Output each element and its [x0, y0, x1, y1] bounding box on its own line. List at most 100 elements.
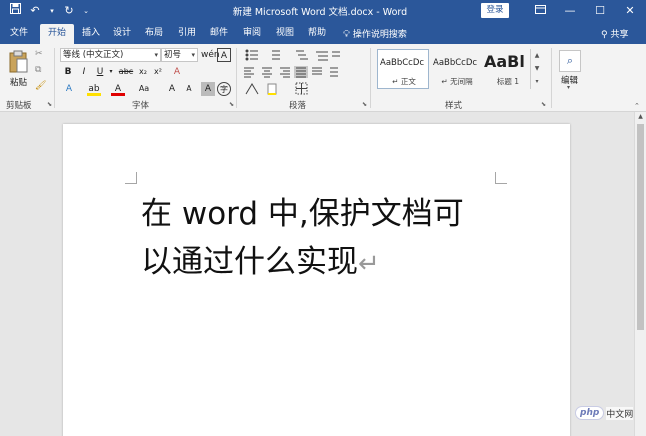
- chevron-down-icon[interactable]: ▾: [104, 65, 118, 79]
- chevron-down-icon: ▾: [154, 51, 158, 59]
- styles-launcher-icon[interactable]: ⬊: [541, 101, 546, 108]
- document-body[interactable]: 在 word 中,保护文档可 以通过什么实现↵: [141, 190, 521, 288]
- shrink-font-button[interactable]: A: [182, 82, 196, 96]
- document-area: 在 word 中,保护文档可 以通过什么实现↵: [0, 112, 634, 436]
- watermark-text: 中文网: [606, 406, 634, 420]
- tab-layout[interactable]: 布局: [141, 26, 167, 44]
- window-title: 新建 Microsoft Word 文档.docx - Word: [232, 7, 408, 18]
- change-case-button[interactable]: Aa: [137, 82, 151, 96]
- shading-borders-row[interactable]: [244, 82, 332, 96]
- style-heading-1[interactable]: AaBl 标题 1: [481, 49, 533, 89]
- style-name: ↵ 正文: [392, 77, 416, 86]
- minimize-icon[interactable]: —: [555, 0, 585, 22]
- login-button[interactable]: 登录: [481, 3, 509, 18]
- group-divider: [370, 48, 371, 108]
- document-line-2: 以通过什么实现↵: [141, 238, 521, 288]
- font-size-select[interactable]: 初号 ▾: [161, 48, 198, 62]
- style-no-spacing[interactable]: AaBbCcDc ↵ 无间隔: [430, 49, 482, 89]
- tab-home[interactable]: 开始: [40, 24, 74, 44]
- subscript-button[interactable]: x₂: [136, 65, 150, 79]
- font-color-button[interactable]: A: [111, 82, 125, 96]
- tab-help[interactable]: 帮助: [304, 26, 330, 44]
- font-name-select[interactable]: 等线 (中文正文) ▾: [60, 48, 161, 62]
- tell-me-search[interactable]: 💡︎ 操作说明搜索: [343, 27, 407, 40]
- grow-font-button[interactable]: A: [165, 82, 179, 96]
- copy-icon[interactable]: ⧉: [35, 65, 41, 75]
- style-name: ↵ 无间隔: [441, 77, 473, 86]
- maximize-icon[interactable]: ☐: [585, 0, 615, 22]
- clipboard-launcher-icon[interactable]: ⬊: [47, 101, 52, 108]
- chevron-down-icon[interactable]: ▼: [531, 62, 543, 75]
- document-page[interactable]: 在 word 中,保护文档可 以通过什么实现↵: [63, 124, 570, 436]
- chevron-down-icon: ▾: [191, 51, 195, 59]
- clipboard-group-label: 剪贴板: [6, 101, 32, 111]
- share-label: 共享: [610, 30, 629, 40]
- chevron-up-icon[interactable]: ▲: [531, 49, 543, 62]
- strikethrough-button[interactable]: abc: [117, 65, 135, 79]
- tab-file[interactable]: 文件: [6, 26, 32, 44]
- document-line-2-text: 以通过什么实现: [141, 244, 358, 280]
- ribbon-tabs: 文件 开始 插入 设计 布局 引用 邮件 审阅 视图 帮助 💡︎ 操作说明搜索 …: [0, 22, 646, 44]
- style-normal[interactable]: AaBbCcDc ↵ 正文: [377, 49, 429, 89]
- tab-insert[interactable]: 插入: [78, 26, 104, 44]
- styles-gallery: AaBbCcDc ↵ 正文 AaBbCcDc ↵ 无间隔 AaBl 标题 1: [377, 49, 545, 89]
- alignment-buttons-row[interactable]: [244, 66, 340, 78]
- tab-mailings[interactable]: 邮件: [206, 26, 232, 44]
- save-icon[interactable]: [8, 3, 22, 19]
- php-logo: php: [575, 406, 605, 420]
- style-name: 标题 1: [496, 77, 520, 86]
- font-name-value: 等线 (中文正文): [63, 50, 124, 60]
- highlight-button[interactable]: ab: [87, 82, 101, 96]
- tab-design[interactable]: 设计: [109, 26, 135, 44]
- grow-font-button[interactable]: wén: [201, 48, 220, 62]
- share-button[interactable]: ⚲ 共享: [601, 27, 628, 40]
- char-shading-button[interactable]: A: [201, 82, 215, 96]
- bold-button[interactable]: B: [61, 65, 75, 79]
- tab-view[interactable]: 视图: [272, 26, 298, 44]
- group-divider: [551, 48, 552, 108]
- paste-icon[interactable]: [8, 50, 28, 74]
- font-launcher-icon[interactable]: ⬊: [229, 101, 234, 108]
- group-divider: [54, 48, 55, 108]
- cut-icon[interactable]: ✂: [35, 49, 43, 59]
- italic-button[interactable]: I: [77, 65, 91, 79]
- paragraph-group-label: 段落: [289, 101, 307, 111]
- paragraph-launcher-icon[interactable]: ⬊: [362, 101, 367, 108]
- char-border-button[interactable]: A: [217, 48, 231, 62]
- styles-group-label: 样式: [445, 101, 463, 111]
- tab-review[interactable]: 审阅: [239, 26, 265, 44]
- text-effects-button[interactable]: A: [62, 82, 76, 96]
- chevron-down-icon[interactable]: ▾: [567, 84, 570, 91]
- vertical-scrollbar[interactable]: ▲: [634, 112, 646, 436]
- enclose-char-button[interactable]: 字: [217, 82, 231, 96]
- quick-access-toolbar: ↶ ▾ ↻ ⌄: [8, 3, 90, 19]
- font-size-value: 初号: [164, 50, 182, 60]
- chevron-down-icon[interactable]: ▾: [48, 3, 56, 19]
- person-icon: ⚲: [601, 30, 608, 40]
- styles-scroll[interactable]: ▲ ▼ ▾: [530, 49, 543, 89]
- redo-icon[interactable]: ↻: [62, 3, 76, 19]
- style-sample: AaBbCcDc: [380, 58, 425, 68]
- group-divider: [236, 48, 237, 108]
- paragraph-mark-icon: ↵: [358, 249, 380, 279]
- search-icon[interactable]: ⌕: [559, 50, 581, 72]
- more-styles-icon[interactable]: ▾: [531, 75, 543, 88]
- tab-references[interactable]: 引用: [174, 26, 200, 44]
- close-icon[interactable]: ✕: [615, 0, 645, 22]
- title-bar: ↶ ▾ ↻ ⌄ 新建 Microsoft Word 文档.docx - Word…: [0, 0, 646, 22]
- document-line-1: 在 word 中,保护文档可: [141, 196, 464, 232]
- style-sample: AaBl: [484, 52, 525, 71]
- undo-icon[interactable]: ↶: [28, 3, 42, 19]
- clear-formatting-button[interactable]: A: [170, 65, 184, 79]
- watermark: php 中文网: [575, 403, 641, 423]
- customize-qat-icon[interactable]: ⌄: [82, 3, 90, 19]
- scroll-up-icon[interactable]: ▲: [635, 112, 646, 122]
- collapse-ribbon-icon[interactable]: ⌃: [634, 102, 640, 110]
- superscript-button[interactable]: x²: [151, 65, 165, 79]
- format-painter-icon[interactable]: 🖌︎: [35, 81, 46, 91]
- list-buttons-row[interactable]: [244, 48, 340, 62]
- scroll-thumb[interactable]: [637, 124, 644, 330]
- ribbon-display-options-icon[interactable]: [525, 0, 555, 22]
- paste-button-label[interactable]: 粘贴: [10, 76, 27, 88]
- lightbulb-icon: 💡︎: [343, 29, 350, 40]
